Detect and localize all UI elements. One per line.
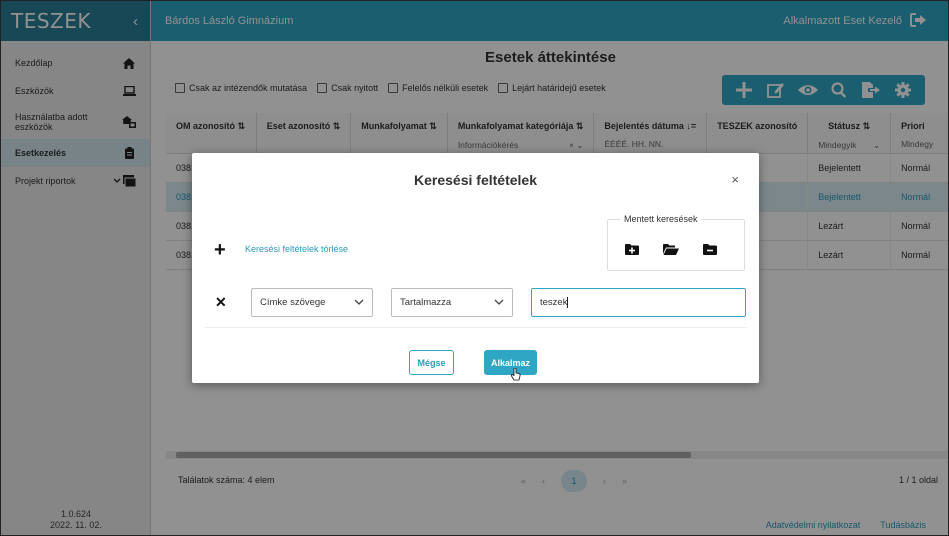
add-criterion-button[interactable]: + — [214, 239, 226, 262]
search-criteria-dialog: Keresési feltételek × + Keresési feltéte… — [192, 153, 759, 383]
saved-searches-title: Mentett keresések — [620, 214, 702, 224]
search-value-input[interactable]: teszek — [531, 288, 746, 317]
text-caret — [567, 297, 569, 308]
clear-criteria-link[interactable]: Keresési feltételek törlése — [245, 244, 348, 254]
saved-search-actions — [625, 244, 717, 258]
folder-remove-icon[interactable] — [703, 244, 717, 258]
chevron-down-icon — [354, 297, 364, 308]
field-select[interactable]: Címke szövege — [251, 288, 373, 317]
saved-searches-panel: Mentett keresések — [607, 214, 745, 271]
dialog-title: Keresési feltételek — [414, 172, 537, 188]
folder-open-icon[interactable] — [663, 244, 679, 258]
search-value-text: teszek — [540, 297, 568, 308]
folder-add-icon[interactable] — [625, 244, 639, 258]
cancel-button[interactable]: Mégse — [409, 350, 454, 375]
field-select-value: Címke szövege — [260, 297, 326, 308]
divider — [204, 327, 747, 328]
close-icon[interactable]: × — [731, 172, 739, 187]
app-frame: TESZEK ‹ Kezdőlap Eszközök Használatba a… — [0, 0, 949, 536]
operator-select[interactable]: Tartalmazza — [391, 288, 513, 317]
mouse-pointer-icon — [510, 367, 521, 384]
operator-select-value: Tartalmazza — [400, 297, 452, 308]
chevron-down-icon — [494, 297, 504, 308]
remove-criterion-button[interactable]: ✕ — [215, 294, 227, 311]
